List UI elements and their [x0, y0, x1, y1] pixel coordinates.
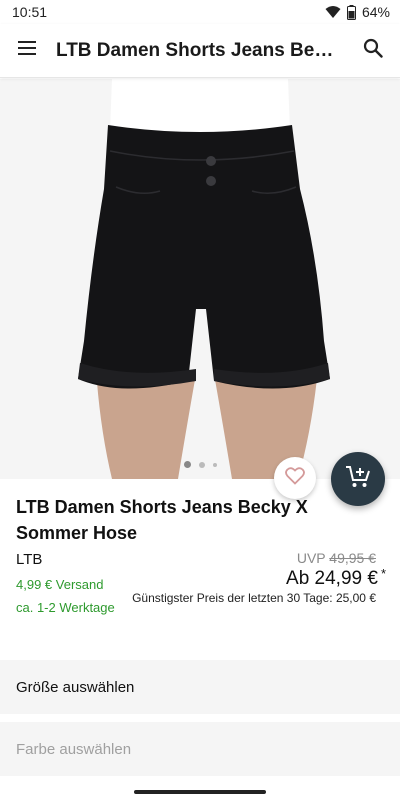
gallery-dot[interactable]	[212, 462, 217, 467]
product-image-gallery[interactable]	[0, 79, 400, 479]
uvp-label: UVP	[296, 550, 326, 566]
battery-icon	[346, 4, 356, 20]
status-time: 10:51	[12, 4, 48, 20]
add-to-cart-button[interactable]	[331, 452, 385, 506]
current-price: Ab 24,99 € *	[286, 566, 386, 590]
uvp-old-price: 49,95 €	[329, 550, 376, 566]
product-image	[0, 79, 400, 479]
product-title: LTB Damen Shorts Jeans Becky X Sommer Ho…	[16, 497, 308, 543]
price-value: Ab 24,99 €	[286, 568, 378, 589]
price-footnote-mark: *	[380, 566, 386, 581]
battery-percent: 64%	[361, 4, 390, 20]
size-select[interactable]: Größe auswählen	[0, 660, 400, 714]
app-bar: LTB Damen Shorts Jeans Be…	[0, 24, 400, 78]
search-button[interactable]	[346, 24, 400, 78]
uvp-price: UVP 49,95 €	[297, 550, 376, 566]
lowest-price-note: Günstigster Preis der letzten 30 Tage: 2…	[132, 591, 376, 605]
menu-button[interactable]	[0, 24, 54, 78]
delivery-time: ca. 1-2 Werktage	[16, 599, 115, 615]
search-icon	[363, 38, 383, 63]
status-bar: 10:51 64%	[0, 0, 400, 24]
shipping-cost: 4,99 € Versand	[16, 577, 104, 592]
page-title: LTB Damen Shorts Jeans Be…	[56, 39, 334, 61]
wishlist-button[interactable]	[274, 457, 316, 499]
product-brand[interactable]: LTB	[16, 551, 42, 568]
hamburger-menu-icon	[17, 40, 37, 61]
heart-icon	[285, 466, 305, 490]
wifi-icon	[325, 5, 341, 19]
home-gesture-handle[interactable]	[134, 790, 266, 794]
status-icons: 64%	[325, 4, 390, 20]
gallery-dot[interactable]	[183, 461, 191, 468]
gallery-dot[interactable]	[198, 461, 205, 468]
color-select[interactable]: Farbe auswählen	[0, 722, 400, 776]
add-cart-icon	[345, 465, 371, 494]
shipping-info: 4,99 € Versand ca. 1-2 Werktage	[16, 574, 126, 619]
